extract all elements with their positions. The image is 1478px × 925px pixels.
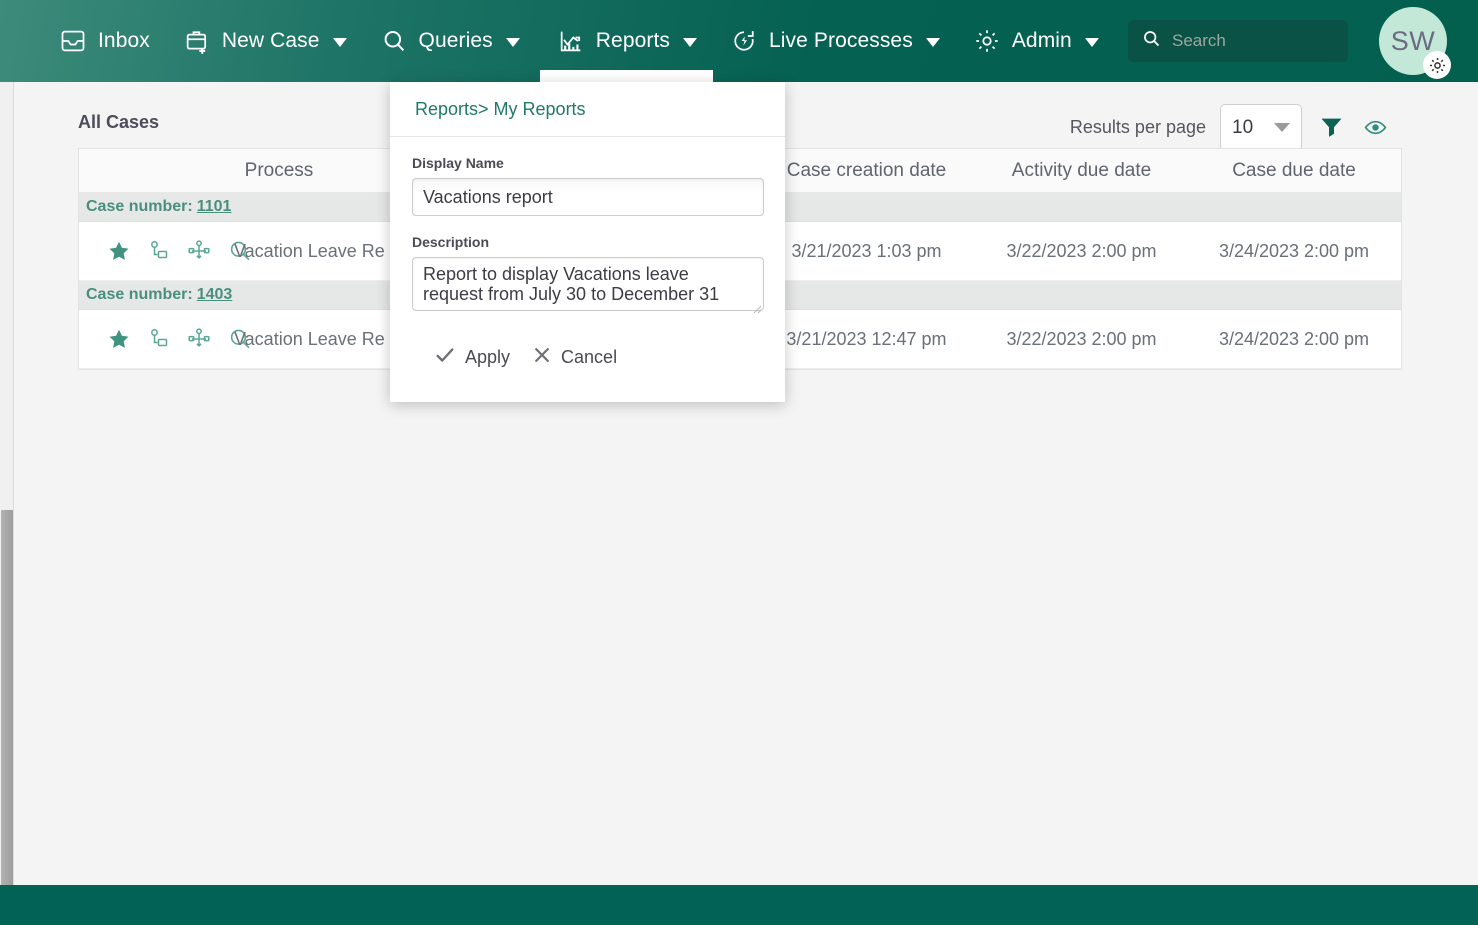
column-header-case-due-date[interactable]: Case due date [1189,160,1399,182]
cell-case-creation-date: 3/21/2023 12:47 pm [786,328,947,349]
nav-item-live-processes[interactable]: Live Processes [713,0,956,82]
breadcrumb[interactable]: Reports> My Reports [415,99,586,120]
report-settings-dialog: Reports> My Reports Display Name Descrip… [390,82,785,402]
column-header-activity-due-date[interactable]: Activity due date [974,160,1189,182]
star-icon[interactable] [107,239,131,263]
bar-chart-icon [556,26,586,56]
nav-label-new-case: New Case [221,29,320,52]
nav-label-reports: Reports [595,29,671,52]
global-search-box[interactable] [1128,20,1348,62]
inbox-icon [58,26,88,56]
cell-case-due-date: 3/24/2023 2:00 pm [1218,328,1370,349]
chevron-down-icon [1274,123,1290,132]
apply-button[interactable]: Apply [434,344,510,371]
row-action-icons [79,238,250,264]
check-icon [434,344,456,371]
dialog-body: Display Name Description Apply [390,137,785,371]
gear-icon [972,26,1002,56]
cell-activity-due-date: 3/22/2023 2:00 pm [1006,240,1157,261]
results-per-page-select[interactable]: 10 [1220,104,1302,151]
case-number-link[interactable]: 1101 [197,198,232,216]
display-name-input[interactable] [412,178,764,216]
results-per-page-label: Results per page [1069,117,1206,137]
cell-activity-due-date: 3/22/2023 2:00 pm [1006,328,1157,349]
case-number-label: Case number: [86,286,193,303]
page-title: All Cases [78,112,160,132]
nav-items: Inbox New Case Queries Reports Live Proc… [42,0,1115,82]
close-x-icon [532,345,552,370]
dialog-actions: Apply Cancel [412,344,763,371]
vertical-scrollbar[interactable] [0,82,14,888]
nav-item-queries[interactable]: Queries [363,0,536,82]
nav-item-reports[interactable]: Reports [539,0,714,82]
search-input[interactable] [1172,31,1332,51]
filter-icon[interactable] [1316,113,1346,143]
cell-case-due-date: 3/24/2023 2:00 pm [1218,240,1370,261]
nav-item-admin[interactable]: Admin [956,0,1115,82]
user-avatar-group[interactable]: SW [1379,7,1451,79]
chevron-down-icon [683,37,698,47]
chevron-down-icon [505,37,520,47]
briefcase-plus-icon [182,26,212,56]
results-per-page-control: Results per page 10 [1070,104,1390,151]
avatar-settings-gear-icon[interactable] [1423,51,1451,79]
chevron-down-icon [1084,37,1099,47]
nav-label-admin: Admin [1011,29,1072,52]
eye-icon[interactable] [1360,113,1390,143]
dialog-header: Reports> My Reports [390,82,785,137]
row-action-icons [79,326,250,352]
nav-label-live-processes: Live Processes [769,29,913,52]
column-header-case-creation-date[interactable]: Case creation date [759,160,974,182]
live-process-icon [729,26,759,56]
workflow-icon[interactable] [187,327,211,351]
nav-item-new-case[interactable]: New Case [166,0,363,82]
chevron-down-icon [332,37,347,47]
description-wrapper [412,257,764,316]
workflow-icon[interactable] [187,239,211,263]
results-per-page-value: 10 [1232,116,1254,138]
scrollbar-thumb[interactable] [1,510,13,888]
apply-label: Apply [465,347,511,367]
nav-label-inbox: Inbox [98,29,150,52]
star-icon[interactable] [107,327,131,351]
pin-link-icon[interactable] [147,239,171,263]
chevron-down-icon [925,37,940,47]
description-label: Description [412,234,490,250]
description-textarea[interactable] [412,257,764,311]
case-number-link[interactable]: 1403 [197,286,233,304]
nav-label-queries: Queries [418,29,493,52]
search-icon [1141,28,1162,54]
top-navigation-bar: Inbox New Case Queries Reports Live Proc… [0,0,1478,82]
cancel-label: Cancel [561,347,618,367]
cell-case-creation-date: 3/21/2023 1:03 pm [791,240,942,261]
case-number-label: Case number: [86,198,193,215]
cancel-button[interactable]: Cancel [532,345,617,370]
footer-bar [0,885,1478,925]
display-name-label: Display Name [412,155,504,171]
magnifier-icon [379,26,409,56]
pin-link-icon[interactable] [147,327,171,351]
nav-item-inbox[interactable]: Inbox [42,0,166,82]
avatar-initials: SW [1390,25,1436,56]
